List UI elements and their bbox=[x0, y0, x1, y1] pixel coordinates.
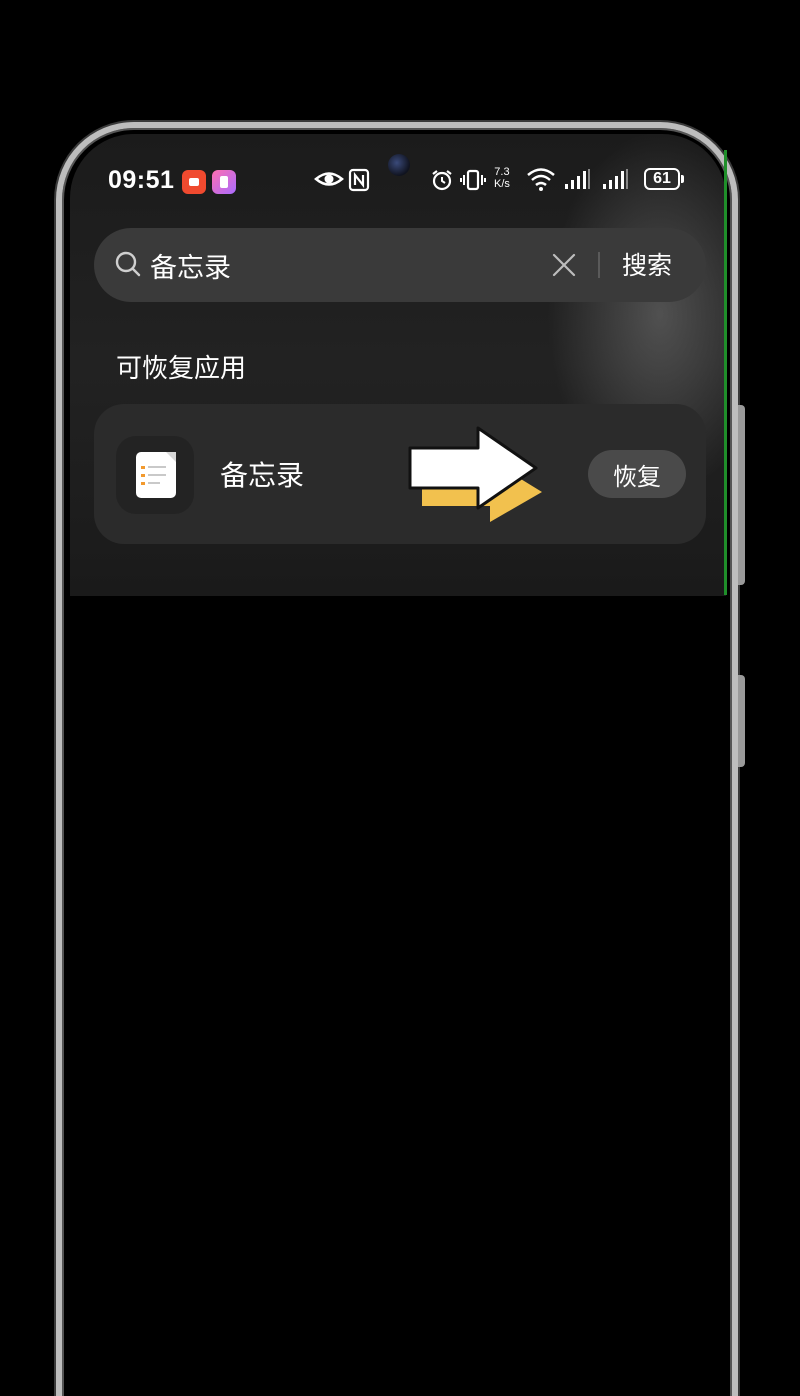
screen-edge-highlight bbox=[724, 150, 727, 595]
network-speed: 7.3 K/s bbox=[494, 166, 510, 190]
search-icon bbox=[115, 251, 141, 277]
volume-button bbox=[738, 405, 745, 585]
app-name: 备忘录 bbox=[220, 459, 305, 492]
notes-doc-glyph bbox=[136, 452, 176, 498]
notes-app-icon bbox=[116, 436, 194, 514]
alarm-icon bbox=[432, 170, 452, 191]
nfc-icon bbox=[348, 168, 370, 192]
search-bar[interactable]: 搜索 bbox=[94, 228, 706, 302]
network-speed-value: 7.3 bbox=[494, 166, 510, 178]
check-mark bbox=[141, 466, 145, 469]
status-bar: 09:51 7.3 K/s 61 bbox=[108, 154, 698, 200]
check-mark bbox=[141, 474, 145, 477]
vibrate-icon bbox=[460, 169, 486, 191]
list-item: 备忘录 恢复 bbox=[94, 404, 706, 544]
signal-icon-2 bbox=[603, 169, 628, 189]
phone-screen: 09:51 7.3 K/s 61 备忘录 搜索 可恢复应用 备忘录 恢复 bbox=[70, 134, 726, 1396]
network-speed-unit: K/s bbox=[494, 178, 510, 190]
app-notification-icon bbox=[212, 170, 236, 194]
doc-line bbox=[148, 474, 166, 476]
search-button[interactable]: 搜索 bbox=[622, 246, 672, 282]
clear-icon[interactable] bbox=[550, 251, 578, 279]
search-divider bbox=[598, 252, 600, 278]
power-button bbox=[738, 675, 745, 767]
section-title: 可恢复应用 bbox=[116, 354, 247, 384]
signal-icon bbox=[565, 169, 590, 189]
wifi-icon bbox=[527, 168, 555, 191]
battery-icon: 61 bbox=[644, 168, 684, 190]
restore-button[interactable]: 恢复 bbox=[588, 450, 686, 498]
check-mark bbox=[141, 482, 145, 485]
doc-line bbox=[148, 482, 160, 484]
status-time: 09:51 bbox=[108, 166, 175, 194]
eye-icon bbox=[314, 172, 344, 186]
screen-recorder-icon bbox=[182, 170, 206, 194]
search-results-panel: 09:51 7.3 K/s 61 备忘录 搜索 可恢复应用 备忘录 恢复 bbox=[70, 134, 726, 596]
doc-line bbox=[148, 466, 166, 468]
stage: 09:51 7.3 K/s 61 备忘录 搜索 可恢复应用 备忘录 恢复 bbox=[0, 0, 800, 1396]
arrow-pointer-icon bbox=[408, 426, 542, 522]
search-input[interactable] bbox=[150, 245, 530, 285]
front-camera bbox=[388, 154, 410, 176]
